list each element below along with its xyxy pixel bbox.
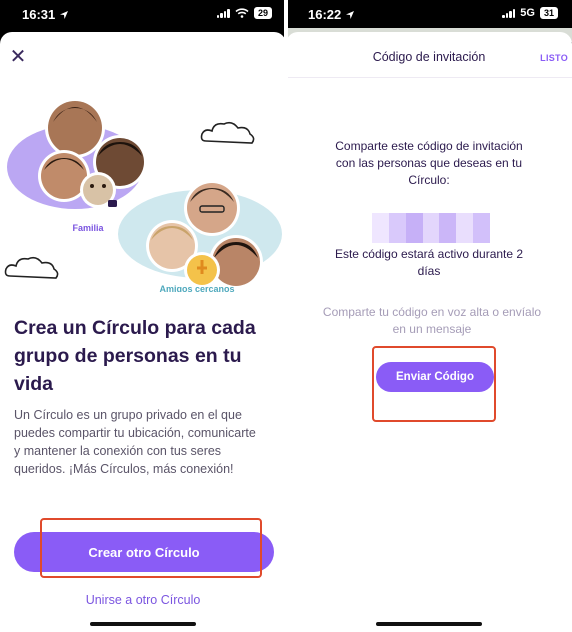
page-title: Crea un Círculo para cada grupo de perso… — [14, 317, 256, 395]
location-arrow-icon — [346, 10, 355, 19]
signal-icon — [502, 8, 516, 18]
header: Código de invitación LISTO — [286, 32, 572, 78]
battery-indicator: 31 — [539, 7, 558, 19]
done-button[interactable]: LISTO — [540, 53, 568, 63]
status-bar: 16:22 5G 31 — [286, 0, 572, 30]
signal-icon — [216, 8, 230, 18]
page-title: Código de invitación — [372, 50, 486, 64]
friends-label: Amigos cercanos — [159, 284, 234, 292]
invite-code-blurred — [372, 213, 491, 243]
battery-indicator: 29 — [253, 7, 272, 19]
code-expiry-text: Este código estará activo durante 2 días — [334, 247, 524, 278]
cloud-icon — [4, 256, 59, 279]
circles-illustration: Familia Amigos cercanos — [4, 98, 282, 292]
status-time: 16:31 — [22, 7, 56, 22]
home-indicator — [90, 622, 196, 626]
divider — [284, 0, 288, 632]
highlight-box — [40, 518, 262, 578]
circle-onboarding-sheet: ✕ Familia Amigos cercanos Crea un Círcul… — [0, 32, 286, 632]
right-screen: 16:22 5G 31 Código de invitación LISTO C… — [286, 0, 572, 632]
description-text: Un Círculo es un grupo privado en el que… — [14, 408, 256, 476]
invite-code-sheet: Código de invitación LISTO Comparte este… — [286, 32, 572, 632]
join-circle-link[interactable]: Unirse a otro Círculo — [0, 593, 286, 607]
location-arrow-icon — [60, 10, 69, 19]
wifi-icon — [235, 8, 249, 18]
home-indicator — [376, 622, 482, 626]
left-screen: 16:31 29 ✕ Familia Amigos cercanos Crea … — [0, 0, 286, 632]
family-label: Familia — [72, 223, 104, 233]
network-label: 5G — [520, 7, 535, 19]
status-time: 16:22 — [308, 7, 342, 22]
cloud-icon — [200, 121, 255, 144]
share-hint-text: Comparte tu código en voz alta o envíalo… — [322, 305, 542, 336]
highlight-box — [372, 346, 496, 422]
instructions-text: Comparte este código de invitación con l… — [335, 139, 523, 187]
status-bar: 16:31 29 — [0, 0, 286, 30]
